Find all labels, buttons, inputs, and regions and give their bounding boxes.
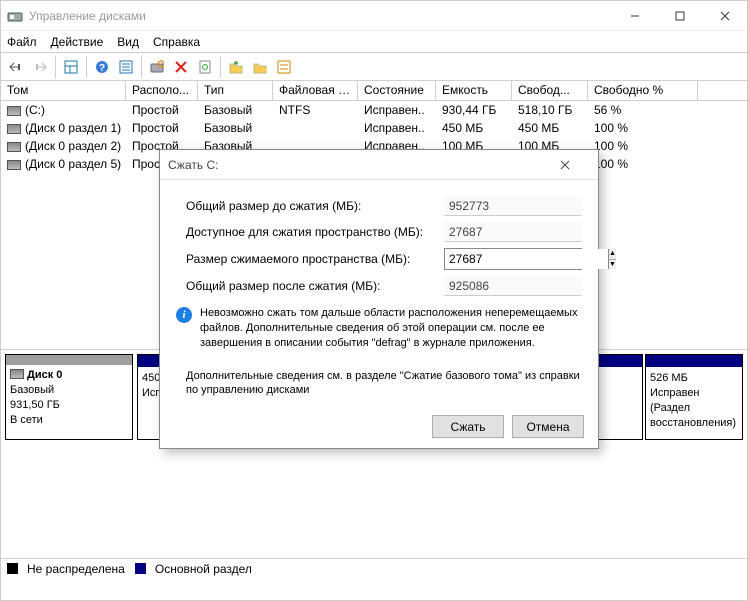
partition-box[interactable]: 526 МБ Исправен (Раздел восстановления) (645, 354, 743, 440)
volume-name: (C:) (25, 103, 45, 117)
disk-status: В сети (10, 414, 43, 426)
total-after-value: 925086 (444, 276, 582, 296)
cell-freepct: 100 % (588, 139, 698, 153)
cell-freepct: 100 % (588, 157, 698, 171)
nav-forward-button[interactable] (29, 56, 51, 78)
window-title: Управление дисками (29, 9, 612, 23)
shrink-button[interactable]: Сжать (432, 415, 504, 438)
cell-type: Базовый (198, 103, 273, 117)
delete-button[interactable] (170, 56, 192, 78)
total-before-label: Общий размер до сжатия (МБ): (186, 199, 444, 213)
volume-name: (Диск 0 раздел 5) (25, 157, 121, 171)
toolbar: ? (1, 53, 747, 81)
available-shrink-value: 27687 (444, 222, 582, 242)
nav-back-button[interactable] (5, 56, 27, 78)
cell-layout: Простой (126, 103, 198, 117)
details-pane-button[interactable] (60, 56, 82, 78)
disk-label-box[interactable]: Диск 0 Базовый 931,50 ГБ В сети (5, 354, 133, 440)
cell-free: 518,10 ГБ (512, 103, 588, 117)
swatch-unallocated (7, 563, 18, 574)
cell-capacity: 450 МБ (436, 121, 512, 135)
legend-unallocated: Не распределена (27, 562, 125, 576)
menubar: Файл Действие Вид Справка (1, 31, 747, 53)
menu-action[interactable]: Действие (51, 35, 104, 49)
menu-view[interactable]: Вид (117, 35, 139, 49)
swatch-primary (135, 563, 146, 574)
cell-capacity: 930,44 ГБ (436, 103, 512, 117)
svg-text:?: ? (99, 63, 105, 74)
cell-freepct: 100 % (588, 121, 698, 135)
total-after-label: Общий размер после сжатия (МБ): (186, 279, 444, 293)
shrink-amount-label: Размер сжимаемого пространства (МБ): (186, 252, 444, 266)
minimize-button[interactable] (612, 1, 657, 31)
cell-fs: NTFS (273, 103, 358, 117)
header-layout[interactable]: Располо... (126, 81, 198, 100)
dialog-title: Сжать C: (168, 158, 218, 172)
total-before-value: 952773 (444, 196, 582, 216)
volume-icon (7, 106, 21, 116)
volume-table-header: Том Располо... Тип Файловая с... Состоян… (1, 81, 747, 101)
available-shrink-label: Доступное для сжатия пространство (МБ): (186, 225, 444, 239)
partition-size: 526 МБ (650, 372, 688, 384)
menu-help[interactable]: Справка (153, 35, 200, 49)
header-free[interactable]: Свобод... (512, 81, 588, 100)
header-fs[interactable]: Файловая с... (273, 81, 358, 100)
help-button[interactable]: ? (91, 56, 113, 78)
disk-size: 931,50 ГБ (10, 399, 60, 411)
disk-icon (10, 369, 24, 379)
maximize-button[interactable] (657, 1, 702, 31)
header-volume[interactable]: Том (1, 81, 126, 100)
titlebar: Управление дисками (1, 1, 747, 31)
properties-button[interactable] (194, 56, 216, 78)
volume-icon (7, 160, 21, 170)
shrink-amount-input[interactable] (445, 249, 608, 269)
spinner-down-button[interactable]: ▼ (609, 260, 616, 270)
info-text-2: Дополнительные сведения см. в разделе "С… (186, 369, 582, 399)
menu-file[interactable]: Файл (7, 35, 37, 49)
cell-status: Исправен.. (358, 121, 436, 135)
legend-primary: Основной раздел (155, 562, 252, 576)
volume-icon (7, 142, 21, 152)
cell-free: 450 МБ (512, 121, 588, 135)
partition-status: Исправен (Раздел восстановления) (650, 387, 736, 429)
new-folder-button[interactable] (225, 56, 247, 78)
spinner-up-button[interactable]: ▲ (609, 249, 616, 260)
cell-layout: Простой (126, 121, 198, 135)
volume-icon (7, 124, 21, 134)
dialog-close-button[interactable] (560, 160, 590, 170)
open-folder-button[interactable] (249, 56, 271, 78)
table-row[interactable]: (C:) Простой Базовый NTFS Исправен.. 930… (1, 101, 747, 119)
examine-button[interactable] (146, 56, 168, 78)
cancel-button[interactable]: Отмена (512, 415, 584, 438)
header-status[interactable]: Состояние (358, 81, 436, 100)
header-capacity[interactable]: Емкость (436, 81, 512, 100)
header-type[interactable]: Тип (198, 81, 273, 100)
volume-name: (Диск 0 раздел 2) (25, 139, 121, 153)
header-freepct[interactable]: Свободно % (588, 81, 698, 100)
list-icon[interactable] (273, 56, 295, 78)
volume-name: (Диск 0 раздел 1) (25, 121, 121, 135)
cell-freepct: 56 % (588, 103, 698, 117)
shrink-dialog: Сжать C: Общий размер до сжатия (МБ): 95… (159, 149, 599, 449)
info-text-1: Невозможно сжать том дальше области расп… (200, 306, 582, 351)
cell-status: Исправен.. (358, 103, 436, 117)
shrink-amount-spinner[interactable]: ▲ ▼ (444, 248, 582, 270)
table-row[interactable]: (Диск 0 раздел 1) Простой Базовый Исправ… (1, 119, 747, 137)
disk-type: Базовый (10, 384, 54, 396)
dialog-titlebar: Сжать C: (160, 150, 598, 180)
close-button[interactable] (702, 1, 747, 31)
view-options-button[interactable] (115, 56, 137, 78)
disk-name: Диск 0 (27, 369, 62, 381)
app-icon (7, 8, 23, 24)
legend: Не распределена Основной раздел (1, 558, 747, 578)
cell-type: Базовый (198, 121, 273, 135)
info-icon: i (176, 307, 192, 323)
